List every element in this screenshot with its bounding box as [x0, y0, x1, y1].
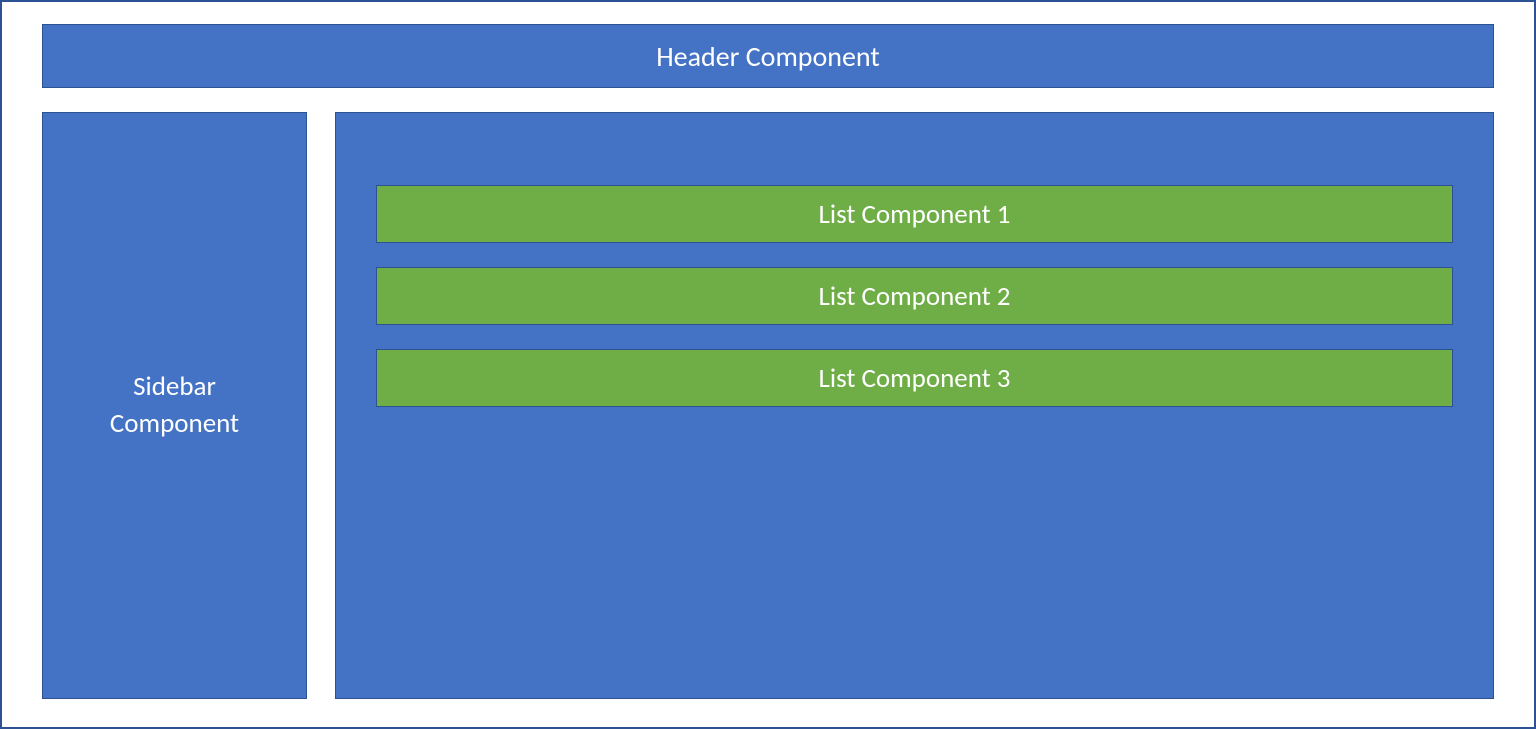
sidebar-component: Sidebar Component [42, 112, 307, 699]
list-item-label: List Component 3 [819, 362, 1011, 395]
main-component: List Component 1 List Component 2 List C… [335, 112, 1494, 699]
sidebar-label: Sidebar Component [110, 369, 239, 442]
list-item-label: List Component 2 [819, 280, 1011, 313]
header-wrap: Header Component [2, 2, 1534, 100]
layout-container: Header Component Sidebar Component List … [0, 0, 1536, 729]
list-component-3: List Component 3 [376, 349, 1453, 407]
list-item-label: List Component 1 [819, 198, 1011, 231]
header-label: Header Component [656, 39, 880, 74]
list-component-1: List Component 1 [376, 185, 1453, 243]
body-wrap: Sidebar Component List Component 1 List … [2, 100, 1534, 727]
list-component-2: List Component 2 [376, 267, 1453, 325]
header-component: Header Component [42, 24, 1494, 88]
